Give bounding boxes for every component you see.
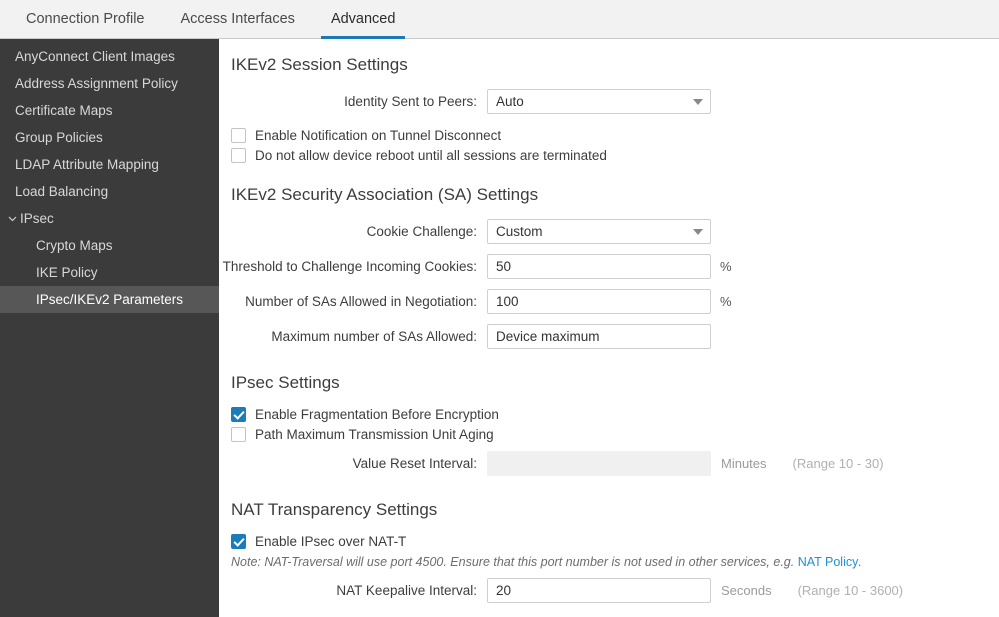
section-title-session: IKEv2 Session Settings <box>231 55 408 74</box>
row-threshold-challenge-cookies: Threshold to Challenge Incoming Cookies:… <box>219 254 999 279</box>
identity-sent-to-peers-label: Identity Sent to Peers: <box>344 94 477 109</box>
max-sas-allowed-value: Device maximum <box>496 329 600 344</box>
sidebar-item-label: IPsec <box>20 211 54 226</box>
sidebar-item-address-assignment-policy[interactable]: Address Assignment Policy <box>0 70 219 97</box>
sidebar-item-crypto-maps[interactable]: Crypto Maps <box>0 232 219 259</box>
enable-ipsec-over-natt-checkbox[interactable] <box>231 534 246 549</box>
value-reset-interval-range: (Range 10 - 30) <box>792 456 884 471</box>
cookie-challenge-value: Custom <box>496 224 543 239</box>
max-sas-allowed-input[interactable]: Device maximum <box>487 324 711 349</box>
threshold-challenge-cookies-input[interactable]: 50 <box>487 254 711 279</box>
row-pmtu-aging: Path Maximum Transmission Unit Aging <box>231 427 999 442</box>
max-sas-allowed-label: Maximum number of SAs Allowed: <box>271 329 477 344</box>
cookie-challenge-select[interactable]: Custom <box>487 219 711 244</box>
row-value-reset-interval: Value Reset Interval: Minutes (Range 10 … <box>219 451 999 476</box>
chevron-down-icon <box>693 228 703 235</box>
pmtu-aging-label[interactable]: Path Maximum Transmission Unit Aging <box>255 427 494 442</box>
nat-note-prefix: Note: NAT-Traversal will use port 4500. … <box>231 555 798 569</box>
pmtu-aging-checkbox[interactable] <box>231 427 246 442</box>
row-max-sas-allowed: Maximum number of SAs Allowed: Device ma… <box>219 324 999 349</box>
value-reset-interval-input <box>487 451 711 476</box>
sidebar-item-certificate-maps[interactable]: Certificate Maps <box>0 97 219 124</box>
sidebar-item-label: Group Policies <box>15 130 103 145</box>
value-reset-interval-label: Value Reset Interval: <box>352 456 477 471</box>
nat-traversal-note: Note: NAT-Traversal will use port 4500. … <box>231 555 999 569</box>
row-sas-allowed-negotiation: Number of SAs Allowed in Negotiation: 10… <box>219 289 999 314</box>
sidebar-item-label: IPsec/IKEv2 Parameters <box>36 292 184 307</box>
no-device-reboot-label[interactable]: Do not allow device reboot until all ses… <box>255 148 607 163</box>
sidebar-item-ipsec[interactable]: IPsec <box>0 205 219 232</box>
tab-label: Advanced <box>330 11 396 27</box>
sidebar-item-label: LDAP Attribute Mapping <box>15 157 159 172</box>
enable-fragmentation-label[interactable]: Enable Fragmentation Before Encryption <box>255 407 499 422</box>
sidebar-item-load-balancing[interactable]: Load Balancing <box>0 178 219 205</box>
tab-access-interfaces[interactable]: Access Interfaces <box>163 0 313 38</box>
sidebar-item-group-policies[interactable]: Group Policies <box>0 124 219 151</box>
tab-label: Connection Profile <box>26 11 145 27</box>
section-title-sa: IKEv2 Security Association (SA) Settings <box>231 185 539 204</box>
threshold-unit: % <box>720 259 732 274</box>
nat-keepalive-interval-range: (Range 10 - 3600) <box>797 583 904 598</box>
sidebar-item-label: Load Balancing <box>15 184 109 199</box>
sidebar-item-label: IKE Policy <box>36 265 98 280</box>
section-title-ipsec: IPsec Settings <box>231 373 340 392</box>
sidebar-item-anyconnect-client-images[interactable]: AnyConnect Client Images <box>0 43 219 70</box>
nat-note-suffix: . <box>858 555 862 569</box>
enable-ipsec-over-natt-label[interactable]: Enable IPsec over NAT-T <box>255 534 406 549</box>
settings-panel: IKEv2 Session Settings Identity Sent to … <box>219 39 999 617</box>
sidebar-item-ipsec-ikev2-parameters[interactable]: IPsec/IKEv2 Parameters <box>0 286 219 313</box>
tab-advanced[interactable]: Advanced <box>313 0 414 39</box>
sas-allowed-negotiation-label: Number of SAs Allowed in Negotiation: <box>245 294 477 309</box>
sidebar-item-ike-policy[interactable]: IKE Policy <box>0 259 219 286</box>
sidebar-item-ldap-attribute-mapping[interactable]: LDAP Attribute Mapping <box>0 151 219 178</box>
chevron-down-icon[interactable] <box>4 213 20 224</box>
value-reset-interval-unit: Minutes <box>721 456 767 471</box>
tab-connection-profile[interactable]: Connection Profile <box>8 0 163 38</box>
identity-sent-to-peers-value: Auto <box>496 94 524 109</box>
chevron-down-icon <box>693 98 703 105</box>
nat-keepalive-interval-value: 20 <box>496 583 512 598</box>
negotiation-unit: % <box>720 294 732 309</box>
cookie-challenge-label: Cookie Challenge: <box>366 224 477 239</box>
nat-keepalive-interval-input[interactable]: 20 <box>487 578 711 603</box>
main-shell: AnyConnect Client Images Address Assignm… <box>0 39 999 617</box>
enable-notification-label[interactable]: Enable Notification on Tunnel Disconnect <box>255 128 501 143</box>
row-cookie-challenge: Cookie Challenge: Custom <box>219 219 999 244</box>
sas-allowed-negotiation-value: 100 <box>496 294 519 309</box>
sidebar-item-label: Address Assignment Policy <box>15 76 178 91</box>
row-identity-sent-to-peers: Identity Sent to Peers: Auto <box>219 89 999 114</box>
section-title-nat: NAT Transparency Settings <box>231 500 438 519</box>
row-nat-keepalive-interval: NAT Keepalive Interval: 20 Seconds (Rang… <box>219 578 999 603</box>
sidebar-item-label: Crypto Maps <box>36 238 113 253</box>
tab-label: Access Interfaces <box>180 11 295 27</box>
threshold-challenge-cookies-value: 50 <box>496 259 512 274</box>
nat-keepalive-interval-unit: Seconds <box>721 583 772 598</box>
sidebar-item-label: AnyConnect Client Images <box>15 49 175 64</box>
row-enable-notification-tunnel-disconnect: Enable Notification on Tunnel Disconnect <box>231 128 999 143</box>
nat-keepalive-interval-label: NAT Keepalive Interval: <box>336 583 477 598</box>
threshold-challenge-cookies-label: Threshold to Challenge Incoming Cookies: <box>222 259 477 274</box>
tab-bar: Connection Profile Access Interfaces Adv… <box>0 0 999 39</box>
enable-notification-checkbox[interactable] <box>231 128 246 143</box>
identity-sent-to-peers-select[interactable]: Auto <box>487 89 711 114</box>
row-enable-ipsec-over-natt: Enable IPsec over NAT-T <box>231 534 999 549</box>
sidebar-nav: AnyConnect Client Images Address Assignm… <box>0 39 219 617</box>
row-no-device-reboot: Do not allow device reboot until all ses… <box>231 148 999 163</box>
no-device-reboot-checkbox[interactable] <box>231 148 246 163</box>
row-enable-fragmentation: Enable Fragmentation Before Encryption <box>231 407 999 422</box>
enable-fragmentation-checkbox[interactable] <box>231 407 246 422</box>
nat-policy-link[interactable]: NAT Policy <box>798 555 859 569</box>
sas-allowed-negotiation-input[interactable]: 100 <box>487 289 711 314</box>
sidebar-item-label: Certificate Maps <box>15 103 113 118</box>
